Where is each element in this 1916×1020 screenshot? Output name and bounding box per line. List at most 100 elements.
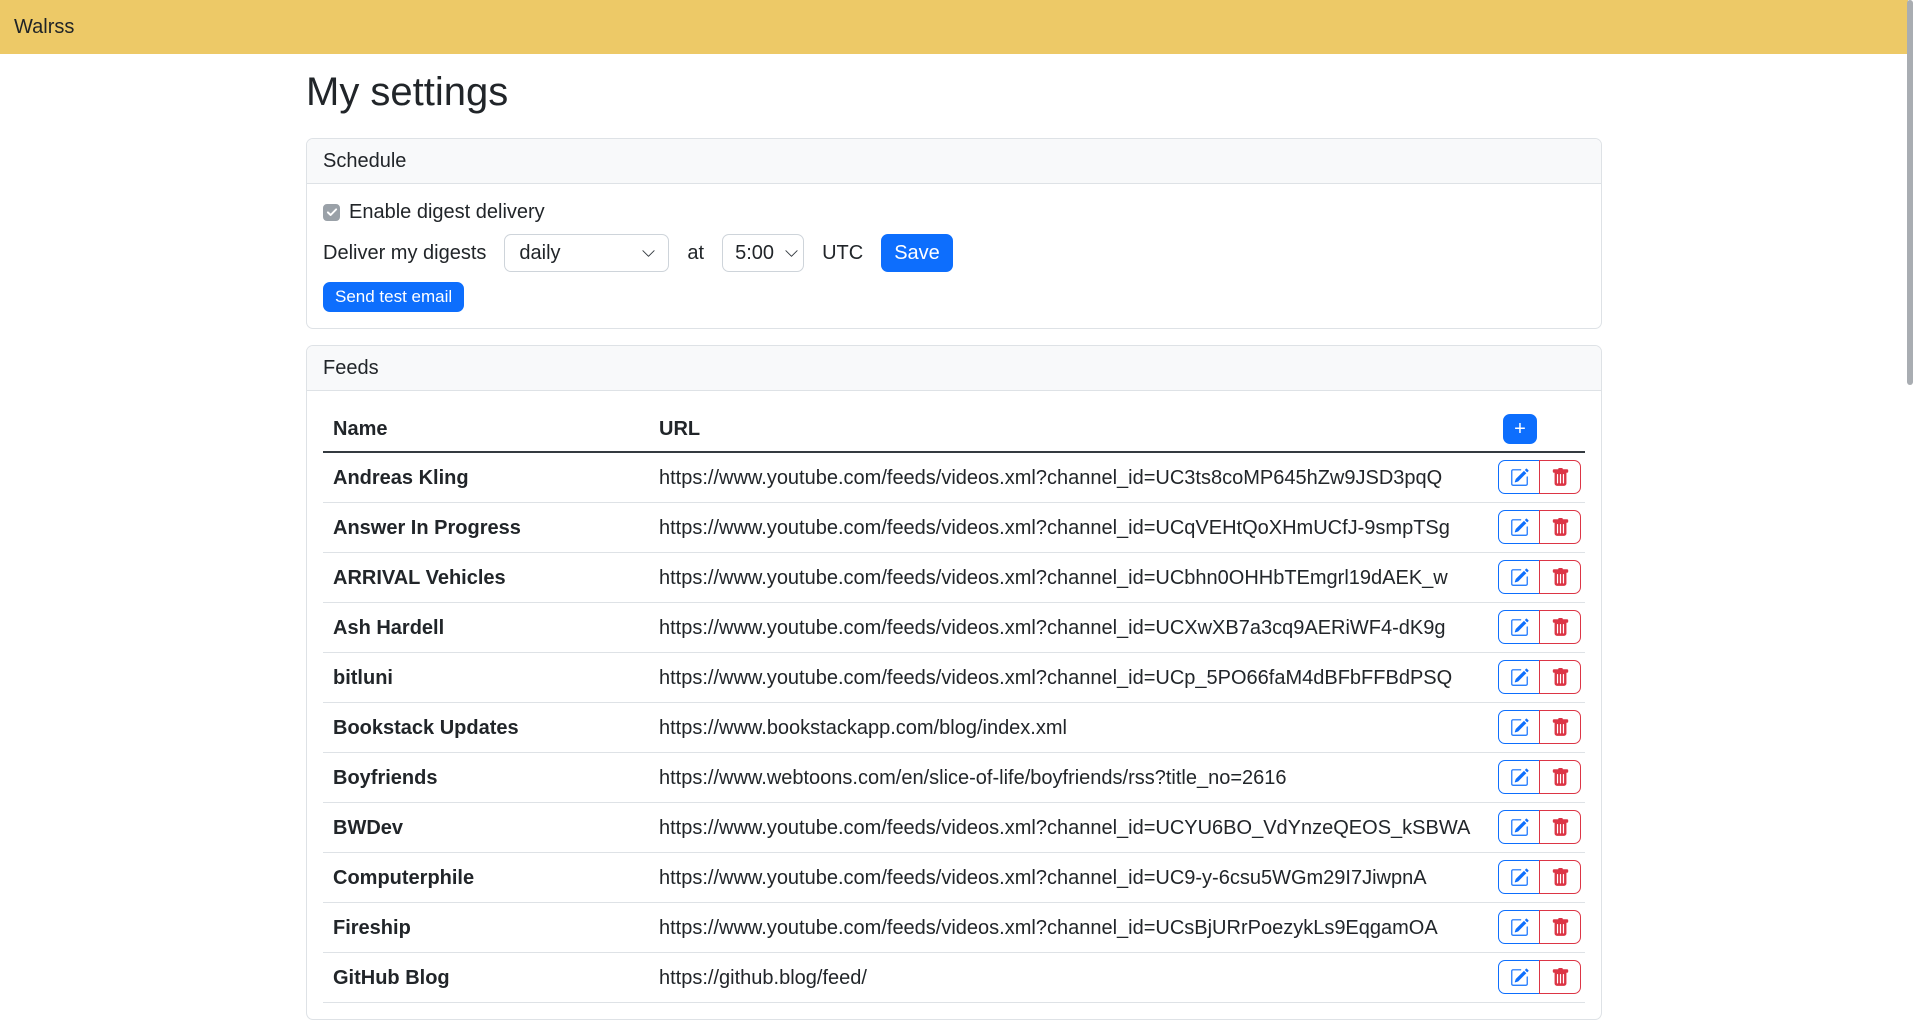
frequency-select-value: daily [519, 242, 560, 265]
edit-feed-button[interactable] [1498, 960, 1540, 994]
schedule-card-body: Enable digest delivery Deliver my digest… [307, 184, 1601, 328]
schedule-card-header: Schedule [307, 139, 1601, 184]
at-label: at [687, 242, 704, 265]
delete-feed-button[interactable] [1539, 460, 1581, 494]
table-row: Andreas Kling https://www.youtube.com/fe… [323, 452, 1585, 503]
table-row: Boyfriends https://www.webtoons.com/en/s… [323, 753, 1585, 803]
feed-actions [1498, 660, 1581, 694]
feed-name: Answer In Progress [323, 503, 649, 553]
add-feed-button[interactable]: + [1503, 414, 1537, 444]
feed-url: https://www.youtube.com/feeds/videos.xml… [649, 653, 1475, 703]
feed-actions [1498, 560, 1581, 594]
feed-name: Computerphile [323, 853, 649, 903]
feeds-table-header-row: Name URL + [323, 407, 1585, 452]
trash-icon [1551, 768, 1570, 787]
trash-icon [1551, 918, 1570, 937]
feeds-card-body: Name URL + Andreas Kling https://www.you… [307, 391, 1601, 1019]
deliver-label: Deliver my digests [323, 242, 486, 265]
pencil-square-icon [1510, 518, 1529, 537]
delete-feed-button[interactable] [1539, 960, 1581, 994]
time-select-value: 5:00 [735, 242, 774, 265]
edit-feed-button[interactable] [1498, 510, 1540, 544]
delete-feed-button[interactable] [1539, 910, 1581, 944]
feed-url: https://www.youtube.com/feeds/videos.xml… [649, 803, 1475, 853]
feed-name: Fireship [323, 903, 649, 953]
feeds-table-body: Andreas Kling https://www.youtube.com/fe… [323, 452, 1585, 1003]
enable-digest-checkbox[interactable] [323, 204, 340, 221]
feed-name: Ash Hardell [323, 603, 649, 653]
feed-actions [1498, 610, 1581, 644]
feed-actions [1498, 960, 1581, 994]
edit-feed-button[interactable] [1498, 660, 1540, 694]
feeds-card-header: Feeds [307, 346, 1601, 391]
pencil-square-icon [1510, 868, 1529, 887]
table-row: Answer In Progress https://www.youtube.c… [323, 503, 1585, 553]
delete-feed-button[interactable] [1539, 560, 1581, 594]
pencil-square-icon [1510, 718, 1529, 737]
timezone-label: UTC [822, 242, 863, 265]
table-row: Bookstack Updates https://www.bookstacka… [323, 703, 1585, 753]
edit-feed-button[interactable] [1498, 710, 1540, 744]
table-row: Computerphile https://www.youtube.com/fe… [323, 853, 1585, 903]
feed-url: https://www.youtube.com/feeds/videos.xml… [649, 853, 1475, 903]
delete-feed-button[interactable] [1539, 660, 1581, 694]
check-icon [326, 206, 338, 218]
feed-url: https://www.youtube.com/feeds/videos.xml… [649, 553, 1475, 603]
feed-actions [1498, 760, 1581, 794]
app-brand[interactable]: Walrss [14, 16, 74, 39]
feed-name: BWDev [323, 803, 649, 853]
navbar: Walrss [0, 0, 1908, 54]
pencil-square-icon [1510, 818, 1529, 837]
table-row: ARRIVAL Vehicles https://www.youtube.com… [323, 553, 1585, 603]
feed-name: bitluni [323, 653, 649, 703]
table-row: GitHub Blog https://github.blog/feed/ [323, 953, 1585, 1003]
table-row: Fireship https://www.youtube.com/feeds/v… [323, 903, 1585, 953]
edit-feed-button[interactable] [1498, 560, 1540, 594]
trash-icon [1551, 968, 1570, 987]
edit-feed-button[interactable] [1498, 910, 1540, 944]
table-row: BWDev https://www.youtube.com/feeds/vide… [323, 803, 1585, 853]
edit-feed-button[interactable] [1498, 760, 1540, 794]
enable-digest-label[interactable]: Enable digest delivery [349, 201, 545, 224]
delete-feed-button[interactable] [1539, 610, 1581, 644]
trash-icon [1551, 718, 1570, 737]
edit-feed-button[interactable] [1498, 860, 1540, 894]
delete-feed-button[interactable] [1539, 710, 1581, 744]
feeds-card: Feeds Name URL + [306, 345, 1602, 1020]
feed-actions [1498, 510, 1581, 544]
pencil-square-icon [1510, 668, 1529, 687]
feed-name: GitHub Blog [323, 953, 649, 1003]
trash-icon [1551, 868, 1570, 887]
browser-scrollbar[interactable] [1907, 0, 1913, 385]
chevron-down-icon [641, 246, 656, 261]
save-button[interactable]: Save [881, 234, 953, 272]
feed-url: https://www.youtube.com/feeds/videos.xml… [649, 503, 1475, 553]
trash-icon [1551, 818, 1570, 837]
edit-feed-button[interactable] [1498, 460, 1540, 494]
feed-actions [1498, 860, 1581, 894]
delete-feed-button[interactable] [1539, 810, 1581, 844]
trash-icon [1551, 468, 1570, 487]
chevron-down-icon [784, 246, 799, 261]
feed-url: https://www.bookstackapp.com/blog/index.… [649, 703, 1475, 753]
pencil-square-icon [1510, 968, 1529, 987]
feed-name: Andreas Kling [323, 452, 649, 503]
feed-actions [1498, 710, 1581, 744]
table-row: Ash Hardell https://www.youtube.com/feed… [323, 603, 1585, 653]
edit-feed-button[interactable] [1498, 810, 1540, 844]
trash-icon [1551, 518, 1570, 537]
pencil-square-icon [1510, 468, 1529, 487]
pencil-square-icon [1510, 568, 1529, 587]
delete-feed-button[interactable] [1539, 760, 1581, 794]
pencil-square-icon [1510, 768, 1529, 787]
feed-actions [1498, 460, 1581, 494]
edit-feed-button[interactable] [1498, 610, 1540, 644]
delete-feed-button[interactable] [1539, 510, 1581, 544]
feed-actions [1498, 810, 1581, 844]
feed-url: https://www.youtube.com/feeds/videos.xml… [649, 452, 1475, 503]
frequency-select[interactable]: daily [504, 234, 669, 272]
send-test-email-button[interactable]: Send test email [323, 282, 464, 312]
delete-feed-button[interactable] [1539, 860, 1581, 894]
time-select[interactable]: 5:00 [722, 234, 804, 272]
trash-icon [1551, 618, 1570, 637]
